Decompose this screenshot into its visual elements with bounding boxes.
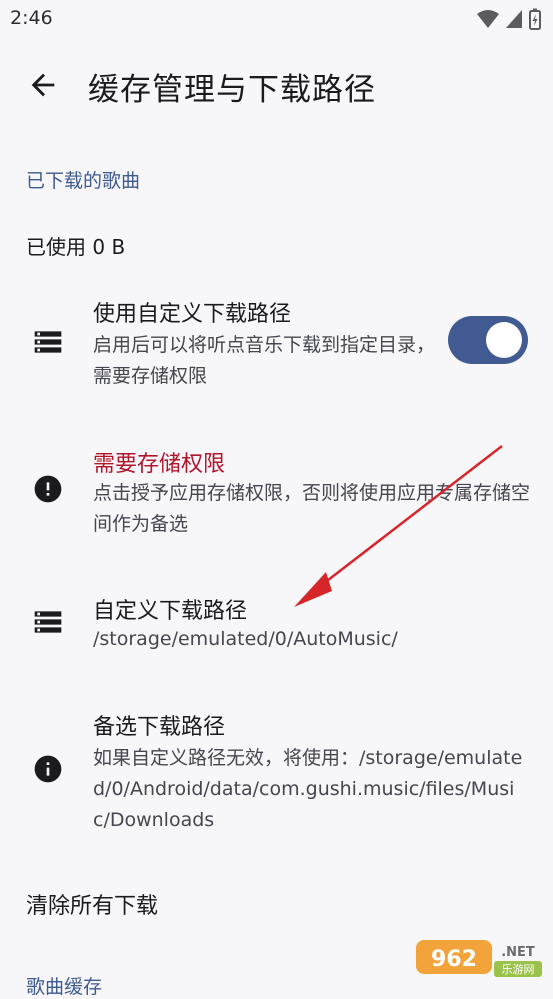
custom-path-toggle-subtitle: 启用后可以将听点音乐下载到指定目录，需要存储权限 — [93, 334, 436, 387]
signal-icon — [506, 10, 522, 28]
svg-text:乐游网: 乐游网 — [502, 963, 535, 976]
status-time: 2:46 — [10, 7, 53, 29]
used-storage-label: 已使用 0 B — [26, 235, 126, 259]
clear-all-downloads-item[interactable]: 清除所有下载 — [26, 888, 158, 920]
section-header-downloaded: 已下载的歌曲 — [26, 170, 141, 192]
custom-path-toggle-title: 使用自定义下载路径 — [93, 302, 292, 327]
fallback-path-title: 备选下载路径 — [93, 715, 226, 740]
svg-text:962: 962 — [431, 947, 477, 972]
page-title: 缓存管理与下载路径 — [88, 72, 376, 108]
storage-permission-title: 需要存储权限 — [93, 452, 226, 477]
svg-text:.NET: .NET — [501, 945, 535, 960]
custom-path-switch[interactable] — [448, 316, 528, 364]
error-icon — [34, 475, 62, 503]
annotation-arrow-icon — [294, 445, 503, 607]
wifi-icon — [477, 10, 499, 28]
custom-download-path-title: 自定义下载路径 — [93, 599, 248, 624]
info-icon — [34, 755, 62, 783]
custom-download-path-value: /storage/emulated/0/AutoMusic/ — [93, 628, 398, 650]
back-arrow-icon[interactable] — [26, 68, 60, 102]
section-header-song-cache: 歌曲缓存 — [26, 976, 103, 998]
storage-icon — [34, 611, 62, 633]
watermark-logo: 962 .NET 乐游网 — [414, 936, 544, 978]
status-icons — [477, 8, 541, 30]
storage-icon — [34, 331, 62, 353]
battery-icon — [529, 8, 541, 30]
fallback-path-subtitle: 如果自定义路径无效，将使用：/storage/emulated/0/Androi… — [93, 747, 523, 831]
switch-thumb — [486, 322, 522, 358]
